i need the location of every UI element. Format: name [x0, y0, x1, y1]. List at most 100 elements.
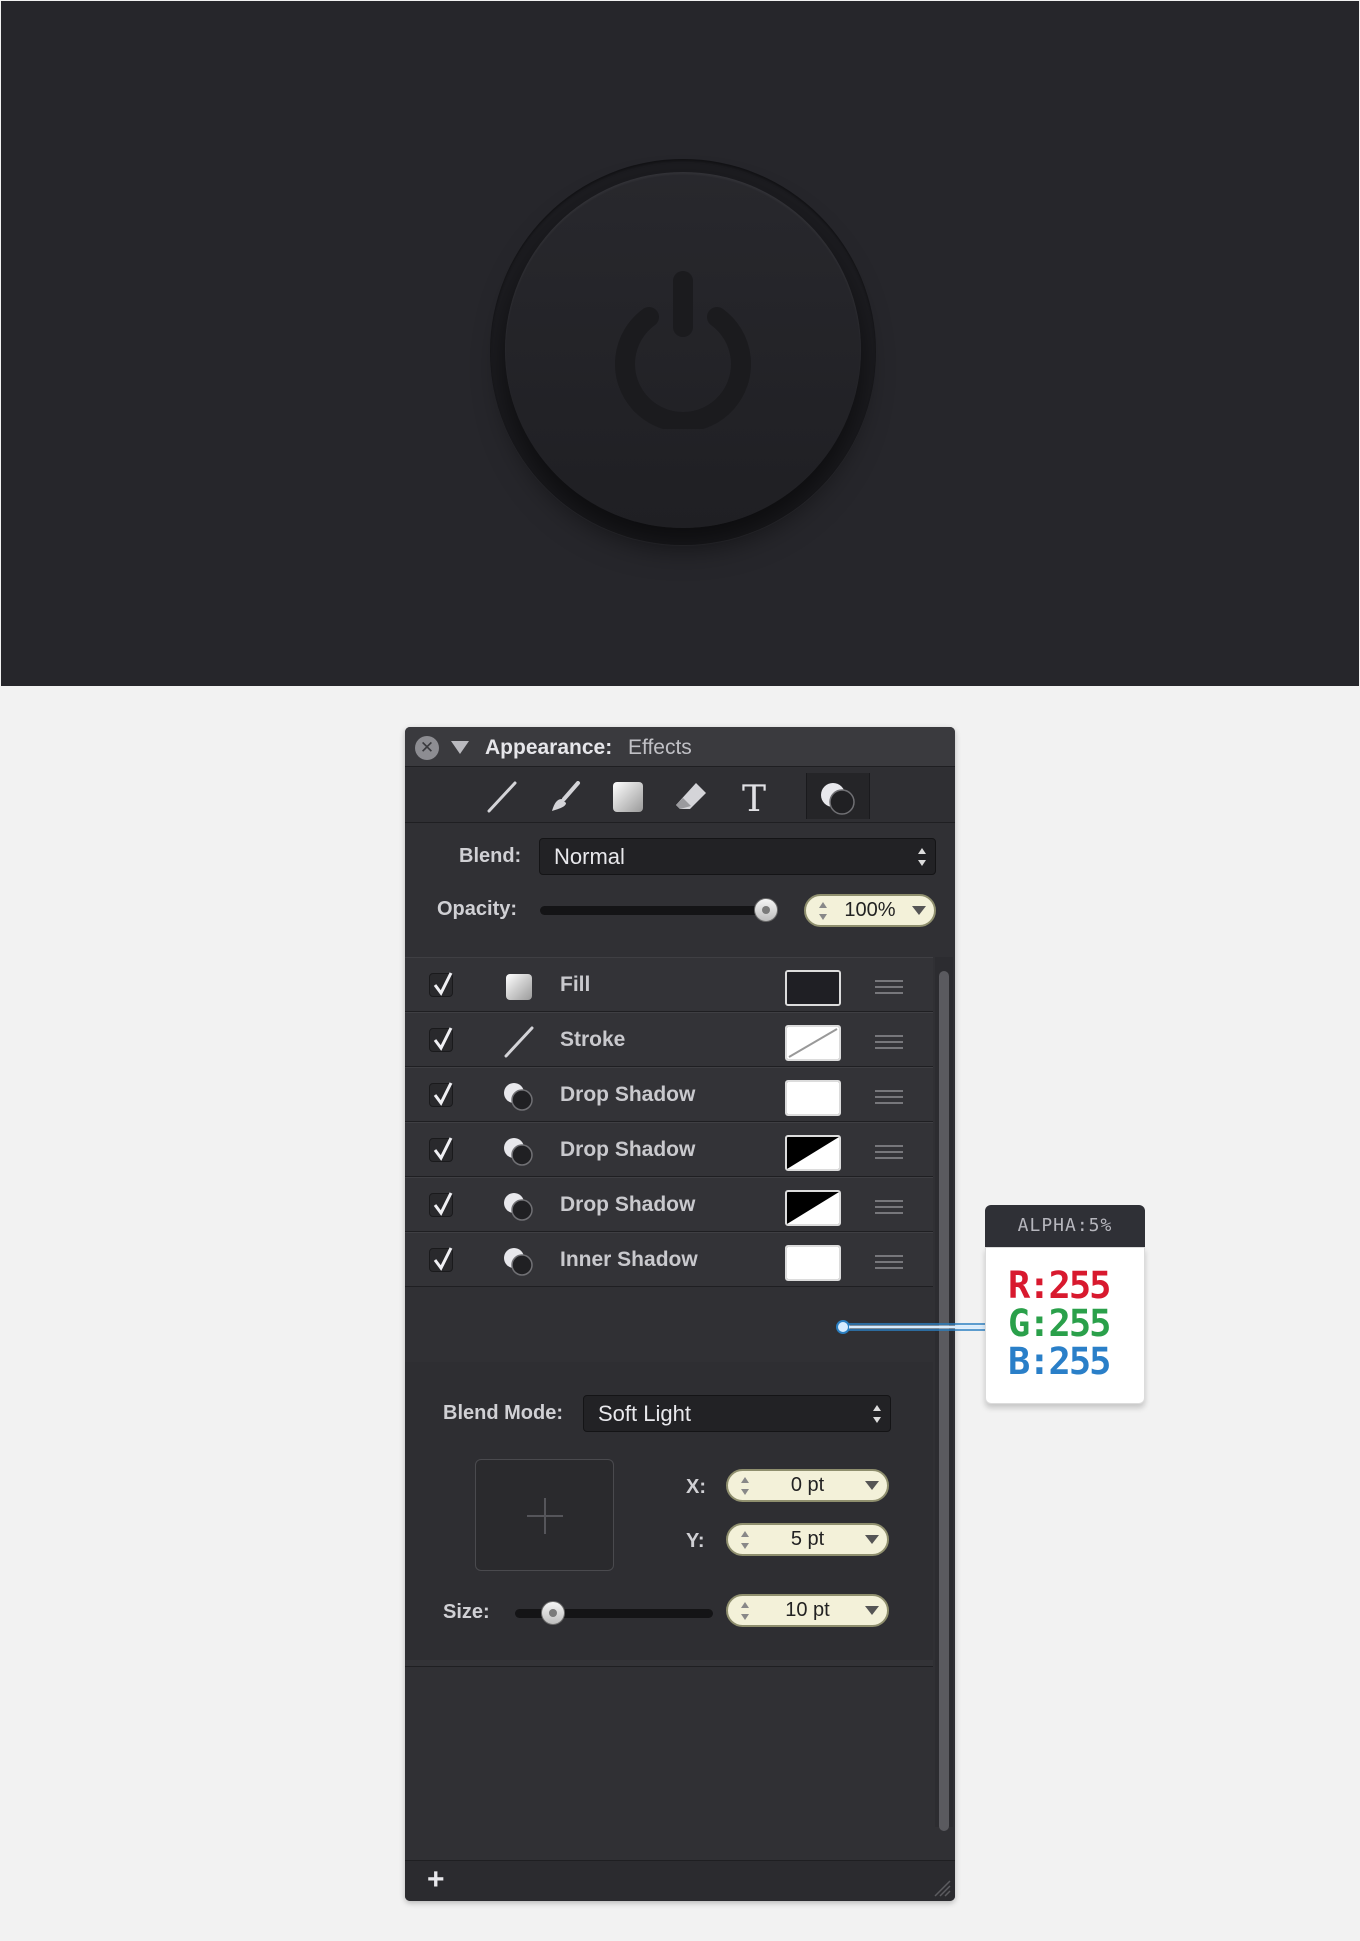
shadow-circles-icon: [504, 1138, 533, 1166]
panel-footer: +: [405, 1860, 955, 1901]
add-effect-button[interactable]: +: [427, 1863, 445, 1897]
x-offset-value: 0 pt: [790, 1474, 825, 1496]
tool-eraser-button[interactable]: [662, 773, 720, 819]
drag-handle-icon[interactable]: [875, 1145, 903, 1159]
connector-line: [836, 1320, 987, 1334]
disclosure-triangle-icon[interactable]: [451, 741, 469, 754]
alpha-label: ALPHA:5%: [985, 1205, 1145, 1247]
color-swatch[interactable]: [785, 1135, 841, 1171]
size-stepper[interactable]: 10 pt: [726, 1594, 889, 1627]
color-swatch[interactable]: [785, 1245, 841, 1281]
select-arrows-icon: [873, 1405, 881, 1423]
color-swatch[interactable]: [785, 1190, 841, 1226]
color-swatch[interactable]: [785, 1025, 841, 1061]
opacity-slider[interactable]: [540, 898, 778, 922]
effect-row[interactable]: Stroke: [405, 1012, 933, 1067]
opacity-stepper[interactable]: 100%: [804, 894, 936, 927]
blend-mode-select[interactable]: Soft Light: [583, 1395, 891, 1432]
checkmark-icon: [433, 1082, 453, 1106]
effect-row[interactable]: Inner Shadow: [405, 1232, 933, 1287]
offset-pad[interactable]: [475, 1459, 614, 1571]
shadow-circles-icon: [504, 1083, 533, 1111]
x-offset-stepper[interactable]: 0 pt: [726, 1469, 889, 1502]
y-label: Y:: [686, 1530, 705, 1552]
blue-value: B:255: [1008, 1340, 1111, 1383]
opacity-slider-thumb[interactable]: [754, 898, 778, 922]
y-offset-value: 5 pt: [790, 1528, 825, 1550]
scrollbar-thumb[interactable]: [939, 971, 949, 1831]
tool-text-button[interactable]: T: [725, 773, 783, 819]
color-tooltip: ALPHA:5% R:255 G:255 B:255: [985, 1205, 1145, 1405]
dropdown-icon: [865, 1606, 879, 1615]
color-swatch[interactable]: [785, 1080, 841, 1116]
svg-text:T: T: [742, 781, 766, 815]
tool-effects-button[interactable]: [806, 773, 870, 819]
dropdown-icon: [865, 1481, 879, 1490]
close-icon[interactable]: ✕: [415, 736, 439, 760]
dropdown-icon: [912, 906, 926, 915]
stroke-line-icon: [504, 1026, 534, 1058]
effect-label: Drop Shadow: [560, 1193, 696, 1216]
crosshair-icon: [527, 1498, 563, 1534]
stepper-arrows-icon: [741, 1477, 749, 1495]
stepper-arrows-icon: [741, 1531, 749, 1549]
blend-select[interactable]: Normal: [539, 838, 936, 875]
x-label: X:: [686, 1476, 706, 1498]
green-value: G:255: [1008, 1302, 1111, 1345]
blend-mode-value: Soft Light: [598, 1401, 691, 1426]
effect-row[interactable]: Fill: [405, 957, 933, 1012]
size-label: Size:: [443, 1601, 490, 1623]
effect-row[interactable]: Drop Shadow: [405, 1122, 933, 1177]
fill-square-icon: [506, 974, 532, 1000]
stroke-line-icon: [487, 781, 517, 813]
canvas-preview: [1, 1, 1359, 686]
shadow-circles-icon: [504, 1193, 533, 1221]
checkmark-icon: [433, 1137, 453, 1161]
effect-checkbox[interactable]: [429, 1082, 453, 1107]
checkmark-icon: [433, 1027, 453, 1051]
size-value: 10 pt: [785, 1599, 830, 1621]
effect-label: Drop Shadow: [560, 1138, 696, 1161]
drag-handle-icon[interactable]: [875, 1200, 903, 1214]
effect-checkbox[interactable]: [429, 1247, 453, 1272]
effect-checkbox[interactable]: [429, 1027, 453, 1052]
size-slider-thumb[interactable]: [541, 1601, 566, 1625]
tool-fill-button[interactable]: [599, 773, 657, 819]
panel-titlebar: ✕ Appearance: Effects: [405, 727, 955, 767]
effect-checkbox[interactable]: [429, 972, 453, 997]
effect-label: Drop Shadow: [560, 1083, 696, 1106]
blend-label: Blend:: [459, 845, 522, 867]
scrollbar[interactable]: [935, 957, 953, 1831]
drag-handle-icon[interactable]: [875, 980, 903, 994]
shadow-circles-icon: [504, 1248, 533, 1276]
size-slider[interactable]: [515, 1601, 713, 1625]
brush-icon: [552, 781, 580, 811]
y-offset-stepper[interactable]: 5 pt: [726, 1523, 889, 1556]
blend-value: Normal: [554, 844, 625, 869]
effect-label: Stroke: [560, 1028, 626, 1051]
square-fill-icon: [613, 782, 643, 812]
power-icon: [615, 271, 751, 429]
appearance-toolbar: T: [405, 768, 955, 823]
effect-checkbox[interactable]: [429, 1192, 453, 1217]
effect-checkbox[interactable]: [429, 1137, 453, 1162]
effect-row[interactable]: Drop Shadow: [405, 1177, 933, 1232]
red-value: R:255: [1008, 1264, 1111, 1307]
effects-circles-icon: [821, 783, 855, 815]
color-swatch[interactable]: [785, 970, 841, 1006]
blend-mode-label: Blend Mode:: [443, 1402, 563, 1424]
effect-label: Fill: [560, 973, 591, 996]
checkmark-icon: [433, 972, 453, 996]
stepper-arrows-icon: [741, 1602, 749, 1620]
opacity-label: Opacity:: [437, 898, 518, 920]
tool-stroke-button[interactable]: [473, 773, 531, 819]
drag-handle-icon[interactable]: [875, 1255, 903, 1269]
effect-row[interactable]: Drop Shadow: [405, 1067, 933, 1122]
checkmark-icon: [433, 1247, 453, 1271]
appearance-panel: ✕ Appearance: Effects T Blend: Normal Op…: [405, 727, 955, 1901]
drag-handle-icon[interactable]: [875, 1035, 903, 1049]
tool-brush-button[interactable]: [536, 773, 594, 819]
drag-handle-icon[interactable]: [875, 1090, 903, 1104]
panel-title: Appearance:: [485, 736, 613, 759]
resize-grip-icon[interactable]: [929, 1875, 951, 1897]
